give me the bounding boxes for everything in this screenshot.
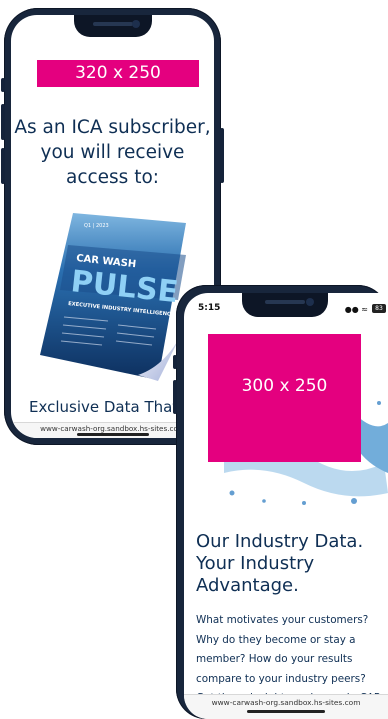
url-text: www-carwash-org.sandbox.hs-sites.com xyxy=(211,698,361,707)
battery-icon: 83 xyxy=(372,304,386,313)
volume-up-button xyxy=(1,104,5,140)
camera xyxy=(132,20,140,28)
volume-up-button xyxy=(173,380,177,414)
ad-placeholder-300x250[interactable]: 300 x 250 xyxy=(208,334,361,462)
volume-down-button xyxy=(1,148,5,184)
side-button xyxy=(173,355,177,369)
status-time: 5:15 xyxy=(198,303,221,313)
page-heading: Our Industry Data. Your Industry Advanta… xyxy=(196,531,364,596)
url-text: www-carwash-org.sandbox.hs-sites.com xyxy=(40,424,185,433)
phone-screen-right: 5:15 ●● ≈ 83 300 x 250 Our Industry Data… xyxy=(184,293,388,719)
wifi-icon: ●● ≈ xyxy=(344,305,368,314)
notch xyxy=(242,293,328,317)
camera xyxy=(306,298,314,306)
speaker xyxy=(93,22,133,26)
side-button xyxy=(1,78,5,92)
page-heading: As an ICA subscriber, you will receive a… xyxy=(14,117,211,188)
home-indicator xyxy=(247,710,325,713)
power-button xyxy=(220,128,224,183)
car-wash-pulse-magazine-image: Q1 | 2023 CAR WASH PULSE EXECUTIVE INDUS… xyxy=(40,213,186,381)
magazine-issue: Q1 | 2023 xyxy=(84,223,109,229)
browser-url-bar[interactable]: www-carwash-org.sandbox.hs-sites.com xyxy=(184,694,388,719)
notch xyxy=(74,15,152,37)
home-indicator xyxy=(77,433,149,436)
speaker xyxy=(265,300,305,304)
ad-placeholder-320x250[interactable]: 320 x 250 xyxy=(37,60,199,87)
phone-mockup-right: 5:15 ●● ≈ 83 300 x 250 Our Industry Data… xyxy=(173,285,388,719)
